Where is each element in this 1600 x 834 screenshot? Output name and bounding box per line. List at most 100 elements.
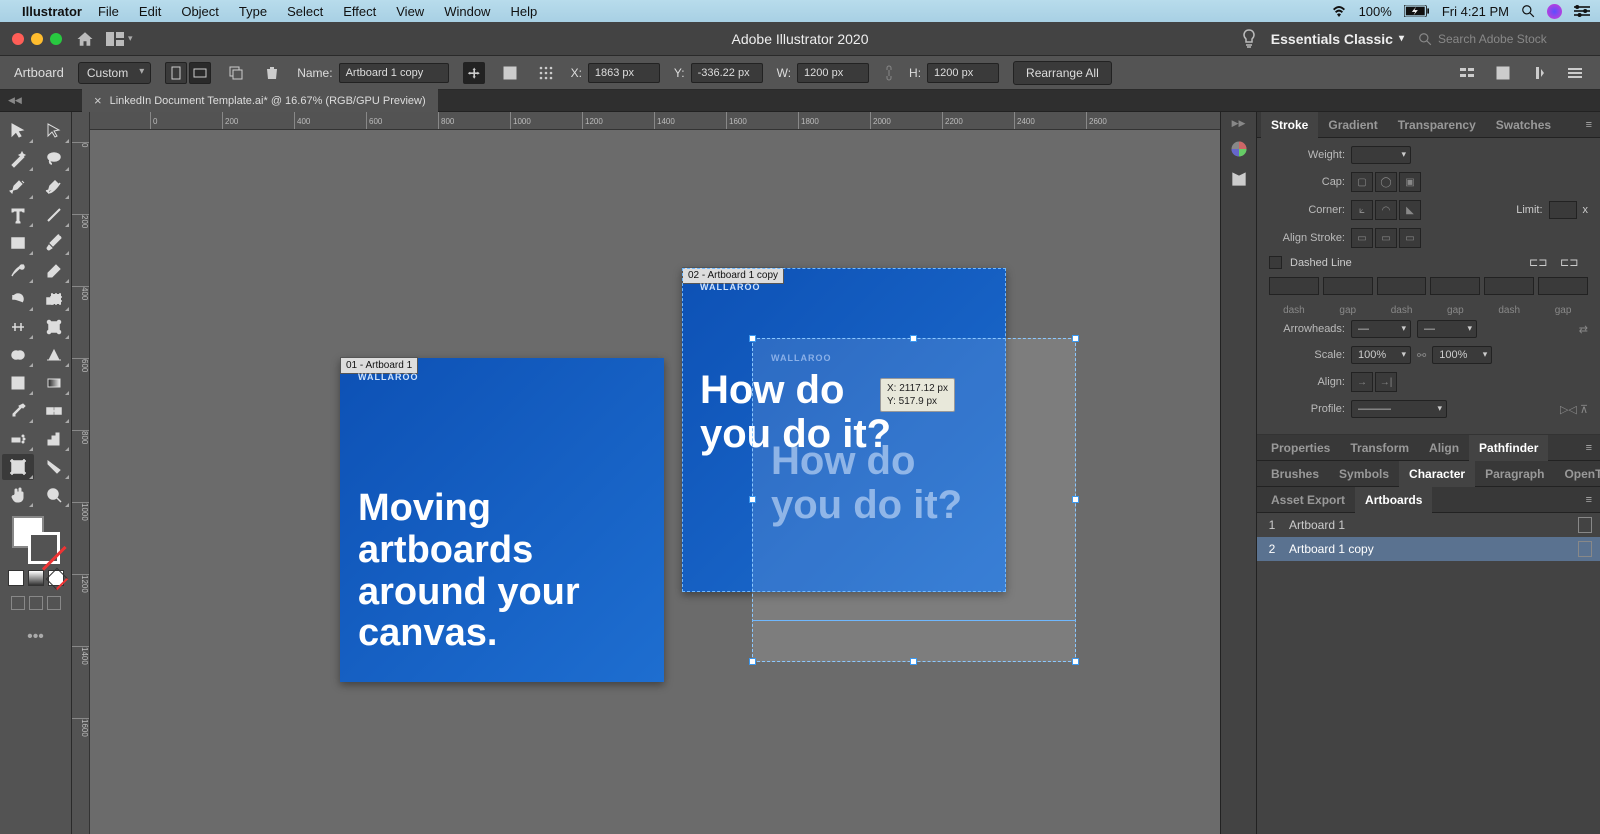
align-arrow-tip[interactable]: →	[1351, 372, 1373, 392]
shaper-tool[interactable]	[2, 258, 34, 284]
tab-transform[interactable]: Transform	[1340, 435, 1419, 461]
gap-input[interactable]	[1430, 277, 1480, 295]
eraser-tool[interactable]	[38, 258, 70, 284]
curvature-tool[interactable]	[38, 174, 70, 200]
spotlight-icon[interactable]	[1521, 4, 1535, 18]
magic-wand-tool[interactable]	[2, 146, 34, 172]
control-center-icon[interactable]	[1574, 5, 1590, 17]
close-tab-icon[interactable]: ×	[94, 93, 102, 108]
gradient-tool[interactable]	[38, 370, 70, 396]
color-mode-solid[interactable]	[8, 570, 24, 586]
workspace-switcher[interactable]: Essentials Classic▾	[1271, 31, 1404, 47]
selection-handle[interactable]	[1072, 658, 1079, 665]
artboard-preset-dropdown[interactable]: Custom	[78, 62, 151, 84]
panel-menu-icon[interactable]: ≡	[1578, 442, 1600, 454]
dash-input[interactable]	[1377, 277, 1427, 295]
orientation-portrait-button[interactable]	[165, 62, 187, 84]
panel-toggle-icon-2[interactable]	[1528, 62, 1550, 84]
corner-bevel[interactable]: ◣	[1399, 200, 1421, 220]
tab-paragraph[interactable]: Paragraph	[1475, 461, 1554, 487]
menu-type[interactable]: Type	[239, 4, 267, 19]
align-inside[interactable]: ▭	[1375, 228, 1397, 248]
color-guide-panel-icon[interactable]	[1229, 169, 1249, 189]
link-wh-icon[interactable]	[883, 64, 895, 82]
link-scale-icon[interactable]: ⚯	[1417, 349, 1426, 362]
tab-stroke[interactable]: Stroke	[1261, 112, 1318, 138]
w-value-field[interactable]: 1200 px	[797, 63, 869, 83]
limit-field[interactable]	[1549, 201, 1577, 219]
draw-behind[interactable]	[29, 596, 43, 610]
selection-handle[interactable]	[1072, 496, 1079, 503]
mesh-tool[interactable]	[2, 370, 34, 396]
draw-normal[interactable]	[11, 596, 25, 610]
cap-butt[interactable]: ▢	[1351, 172, 1373, 192]
corner-miter[interactable]: ⟀	[1351, 200, 1373, 220]
fill-stroke-swatch[interactable]	[12, 516, 60, 564]
color-panel-icon[interactable]	[1229, 139, 1249, 159]
tab-character[interactable]: Character	[1399, 461, 1475, 487]
selection-handle[interactable]	[749, 658, 756, 665]
type-tool[interactable]	[2, 202, 34, 228]
menu-help[interactable]: Help	[510, 4, 537, 19]
align-artboards-icon[interactable]	[1456, 62, 1478, 84]
tab-opentype[interactable]: OpenType	[1554, 461, 1600, 487]
siri-icon[interactable]	[1547, 4, 1562, 19]
lasso-tool[interactable]	[38, 146, 70, 172]
dash-input[interactable]	[1484, 277, 1534, 295]
delete-artboard-button[interactable]	[261, 62, 283, 84]
search-stock-field[interactable]: Search Adobe Stock	[1418, 32, 1588, 46]
menu-select[interactable]: Select	[287, 4, 323, 19]
selection-handle[interactable]	[1072, 335, 1079, 342]
document-tab[interactable]: × LinkedIn Document Template.ai* @ 16.67…	[82, 89, 438, 112]
selection-tool[interactable]	[2, 118, 34, 144]
perspective-grid-tool[interactable]	[38, 342, 70, 368]
vertical-ruler[interactable]: 02004006008001000120014001600	[72, 112, 90, 834]
rearrange-all-button[interactable]: Rearrange All	[1013, 61, 1112, 85]
canvas[interactable]: 01 - Artboard 1 WALLAROO Movingartboards…	[90, 130, 1220, 834]
cap-square[interactable]: ▣	[1399, 172, 1421, 192]
arrow-start[interactable]: —	[1351, 320, 1411, 338]
artboard-name-field[interactable]: Artboard 1 copy	[339, 63, 449, 83]
rotate-tool[interactable]	[2, 286, 34, 312]
zoom-tool[interactable]	[38, 482, 70, 508]
dash-align-button[interactable]: ⊏⊐	[1560, 256, 1588, 269]
artboard-1[interactable]: 01 - Artboard 1 WALLAROO Movingartboards…	[340, 358, 664, 682]
orientation-landscape-button[interactable]	[189, 62, 211, 84]
artboard-options-button[interactable]	[499, 62, 521, 84]
flip-profile-icon[interactable]: ▷◁ ⊼	[1560, 403, 1588, 416]
dash-input[interactable]	[1269, 277, 1319, 295]
tab-gradient[interactable]: Gradient	[1318, 112, 1387, 138]
profile-dropdown[interactable]: ———	[1351, 400, 1447, 418]
arrange-documents-dropdown[interactable]: ▾	[106, 32, 133, 46]
arrow-end[interactable]: —	[1417, 320, 1477, 338]
hand-tool[interactable]	[2, 482, 34, 508]
stroke-swatch[interactable]	[28, 532, 60, 564]
free-transform-tool[interactable]	[38, 314, 70, 340]
align-center[interactable]: ▭	[1351, 228, 1373, 248]
direct-selection-tool[interactable]	[38, 118, 70, 144]
blend-tool[interactable]	[38, 398, 70, 424]
tab-swatches[interactable]: Swatches	[1486, 112, 1561, 138]
tab-pathfinder[interactable]: Pathfinder	[1469, 435, 1548, 461]
scale-start[interactable]: 100%	[1351, 346, 1411, 364]
align-outside[interactable]: ▭	[1399, 228, 1421, 248]
home-icon[interactable]	[76, 30, 94, 48]
panel-menu-icon[interactable]: ≡	[1578, 119, 1600, 131]
tab-transparency[interactable]: Transparency	[1388, 112, 1486, 138]
panel-menu-icon[interactable]: ≡	[1578, 494, 1600, 506]
draw-inside[interactable]	[47, 596, 61, 610]
wifi-icon[interactable]	[1331, 5, 1347, 17]
dash-preserve-button[interactable]: ⊏⊐	[1529, 256, 1557, 269]
hint-bulb-icon[interactable]	[1241, 29, 1257, 49]
minimize-window-button[interactable]	[31, 33, 43, 45]
tab-align[interactable]: Align	[1419, 435, 1469, 461]
orientation-icon[interactable]	[1578, 517, 1592, 533]
panel-menu-icon[interactable]	[1564, 62, 1586, 84]
tab-artboards[interactable]: Artboards	[1355, 487, 1432, 513]
dock-collapse-arrows[interactable]: ▶▶	[1232, 118, 1246, 129]
shape-builder-tool[interactable]	[2, 342, 34, 368]
menu-window[interactable]: Window	[444, 4, 490, 19]
gap-input[interactable]	[1323, 277, 1373, 295]
color-mode-none[interactable]	[48, 570, 64, 586]
weight-field[interactable]	[1351, 146, 1411, 164]
